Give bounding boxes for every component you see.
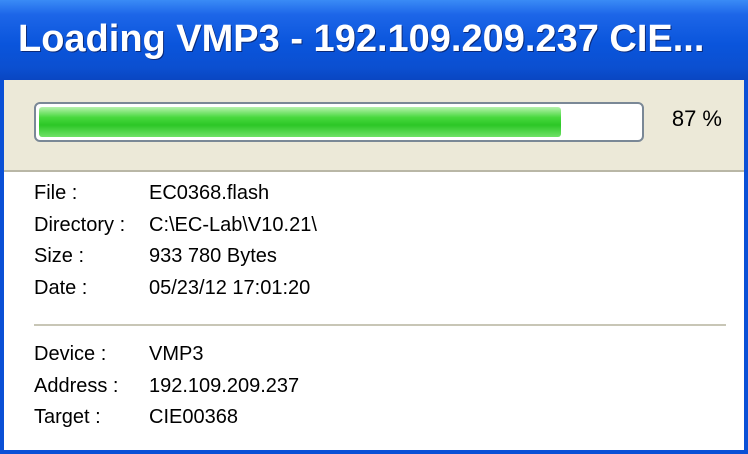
file-info-section: File : EC0368.flash Directory : C:\EC-La…: [34, 178, 724, 304]
directory-value: C:\EC-Lab\V10.21\: [149, 213, 317, 236]
progress-bar: [34, 102, 644, 142]
progress-fill: [39, 107, 561, 137]
progress-percent-label: 87 %: [671, 106, 722, 131]
file-value: EC0368.flash: [149, 182, 270, 204]
device-row: Device : VMP3: [34, 339, 724, 371]
file-row: File : EC0368.flash: [34, 178, 724, 210]
size-label: Size :: [34, 245, 85, 267]
device-label: Device :: [34, 343, 107, 365]
address-value: 192.109.209.237: [149, 374, 300, 397]
date-value: 05/23/12 17:01:20: [149, 276, 311, 299]
target-value: CIE00368: [149, 406, 238, 428]
size-value: 933 780 Bytes: [149, 245, 277, 267]
target-label: Target :: [34, 406, 101, 428]
title-bar[interactable]: Loading VMP3 - 192.109.209.237 CIE...: [0, 0, 748, 80]
window-title: Loading VMP3 - 192.109.209.237 CIE...: [18, 18, 705, 60]
progress-panel: 87 %: [4, 80, 744, 170]
panel-divider: [4, 170, 744, 172]
address-label: Address :: [34, 374, 119, 397]
date-row: Date : 05/23/12 17:01:20: [34, 273, 724, 305]
section-separator: [34, 324, 726, 326]
address-row: Address : 192.109.209.237: [34, 371, 724, 403]
device-value: VMP3: [149, 343, 204, 365]
directory-label: Directory :: [34, 213, 126, 236]
file-label: File :: [34, 182, 78, 204]
loading-dialog: Loading VMP3 - 192.109.209.237 CIE... 87…: [0, 0, 748, 454]
directory-row: Directory : C:\EC-Lab\V10.21\: [34, 210, 724, 242]
date-label: Date :: [34, 276, 88, 299]
target-row: Target : CIE00368: [34, 402, 724, 434]
size-row: Size : 933 780 Bytes: [34, 241, 724, 273]
device-info-section: Device : VMP3 Address : 192.109.209.237 …: [34, 339, 724, 434]
